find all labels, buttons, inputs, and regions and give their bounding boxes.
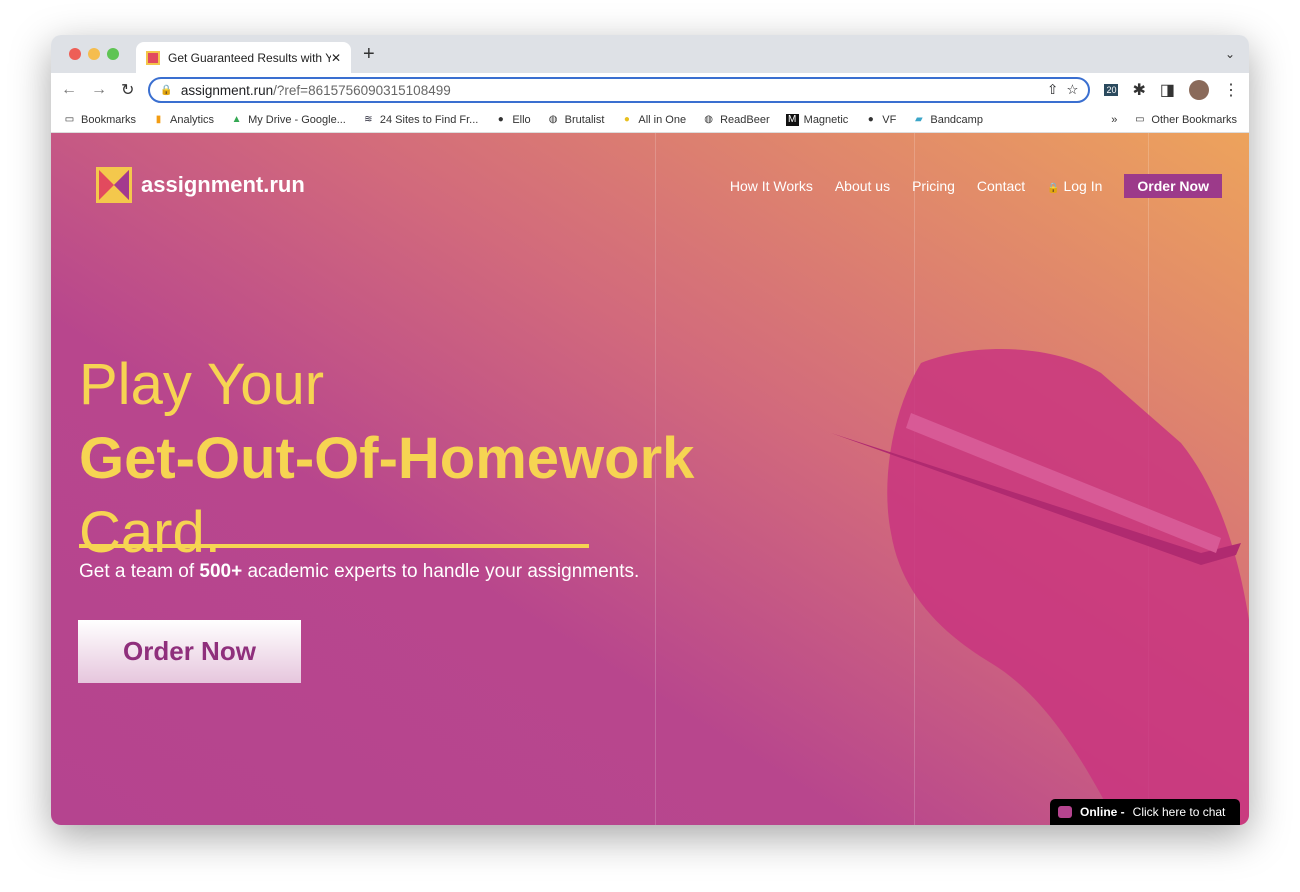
site-logo[interactable]: assignment.run xyxy=(96,167,305,203)
bookmark-item[interactable]: M Magnetic xyxy=(785,113,848,126)
bookmarks-overflow-button[interactable]: » xyxy=(1111,114,1117,126)
bookmarks-bar: ▭ Bookmarks ▮ Analytics ▲ My Drive - Google… xyxy=(51,107,1249,133)
magnetic-icon: M xyxy=(785,113,799,126)
bookmark-item[interactable]: ● All in One xyxy=(620,114,686,126)
reload-icon[interactable]: ↻ xyxy=(121,80,134,100)
analytics-icon: ▮ xyxy=(155,113,162,125)
globe-icon: ◍ xyxy=(548,113,558,125)
lock-icon: 🔒 xyxy=(160,84,173,96)
nav-log-in[interactable]: 🔒 Log In xyxy=(1047,178,1102,194)
tab-search-chevron-icon[interactable]: ⌄ xyxy=(1225,47,1235,61)
close-tab-icon[interactable]: ✕ xyxy=(331,51,341,65)
tab-bar: Get Guaranteed Results with Yo ✕ + ⌄ xyxy=(51,35,1249,73)
url-path: /?ref=8615756090315108499 xyxy=(273,82,451,98)
bookmark-item[interactable]: ▲ My Drive - Google... xyxy=(230,114,346,126)
url-host: assignment.run xyxy=(180,82,274,98)
logo-text: assignment.run xyxy=(141,172,305,197)
extensions-puzzle-icon[interactable]: ✱ xyxy=(1132,80,1145,100)
menu-kebab-icon[interactable]: ⋮ xyxy=(1223,80,1239,100)
lock-icon: 🔒 xyxy=(1047,183,1060,194)
browser-window: Get Guaranteed Results with Yo ✕ + ⌄ ← →… xyxy=(51,35,1249,825)
bookmark-item[interactable]: ▮ Analytics xyxy=(152,114,214,126)
hero-section: assignment.run How It Works About us Pri… xyxy=(51,133,1249,825)
bookmark-item[interactable]: ▭ Bookmarks xyxy=(63,114,136,126)
toolbar: ← → ↻ 🔒 assignment.run/?ref=861575609031… xyxy=(51,73,1249,107)
nav-order-now-button[interactable]: Order Now xyxy=(1124,174,1222,198)
order-now-button[interactable]: Order Now xyxy=(78,620,301,683)
nav-about-us[interactable]: About us xyxy=(835,178,890,194)
logo-hourglass-icon xyxy=(96,167,132,203)
nav-pricing[interactable]: Pricing xyxy=(912,178,955,194)
chat-widget[interactable]: Online - Click here to chat xyxy=(1050,799,1240,825)
chat-bubble-icon xyxy=(1058,806,1072,818)
folder-icon: ▭ xyxy=(64,113,75,125)
bookmark-star-icon[interactable]: ☆ xyxy=(1066,82,1078,98)
maximize-window-button[interactable] xyxy=(107,48,119,60)
share-icon[interactable]: ⇧ xyxy=(1047,82,1058,98)
other-bookmarks[interactable]: ▭ Other Bookmarks xyxy=(1133,114,1237,126)
bookmark-item[interactable]: ● Ello xyxy=(494,113,531,126)
bookmark-item[interactable]: ▰ Bandcamp xyxy=(912,114,983,126)
minimize-window-button[interactable] xyxy=(88,48,100,60)
nav-contact[interactable]: Contact xyxy=(977,178,1025,194)
google-drive-icon: ▲ xyxy=(231,113,242,125)
folder-icon: ▭ xyxy=(1135,113,1145,125)
tab-title: Get Guaranteed Results with Yo xyxy=(168,50,331,65)
headline-underline xyxy=(79,544,589,548)
layers-icon: ≋ xyxy=(364,113,373,125)
address-bar[interactable]: 🔒 assignment.run/?ref=861575609031510849… xyxy=(148,77,1091,103)
all-in-one-icon: ● xyxy=(623,113,630,125)
close-window-button[interactable] xyxy=(69,48,81,60)
bandcamp-icon: ▰ xyxy=(915,113,923,125)
hero-subtitle: Get a team of 500+ academic experts to h… xyxy=(79,561,640,582)
vf-icon: ● xyxy=(867,113,874,125)
forward-icon[interactable]: → xyxy=(91,81,107,99)
main-nav: How It Works About us Pricing Contact 🔒 … xyxy=(730,174,1222,198)
hero-headline: Play Your Get-Out-Of-Homework Card. xyxy=(79,352,695,565)
new-tab-button[interactable]: + xyxy=(363,43,375,66)
avatar[interactable] xyxy=(1189,80,1209,100)
calendar-extension-icon[interactable]: 20 xyxy=(1104,84,1119,96)
ello-icon: ● xyxy=(497,113,504,125)
globe-icon: ◍ xyxy=(704,113,713,125)
bookmark-item[interactable]: ◍ Brutalist xyxy=(547,114,605,126)
bookmark-item[interactable]: ● VF xyxy=(864,113,897,126)
hand-with-pencil-image xyxy=(831,349,1249,825)
back-icon[interactable]: ← xyxy=(61,81,77,99)
browser-tab[interactable]: Get Guaranteed Results with Yo ✕ xyxy=(136,42,351,73)
nav-how-it-works[interactable]: How It Works xyxy=(730,178,813,194)
bookmark-item[interactable]: ≋ 24 Sites to Find Fr... xyxy=(362,114,478,126)
bookmark-item[interactable]: ◍ ReadBeer xyxy=(702,113,769,126)
side-panel-icon[interactable]: ◨ xyxy=(1160,80,1175,100)
favicon-icon xyxy=(146,50,160,65)
